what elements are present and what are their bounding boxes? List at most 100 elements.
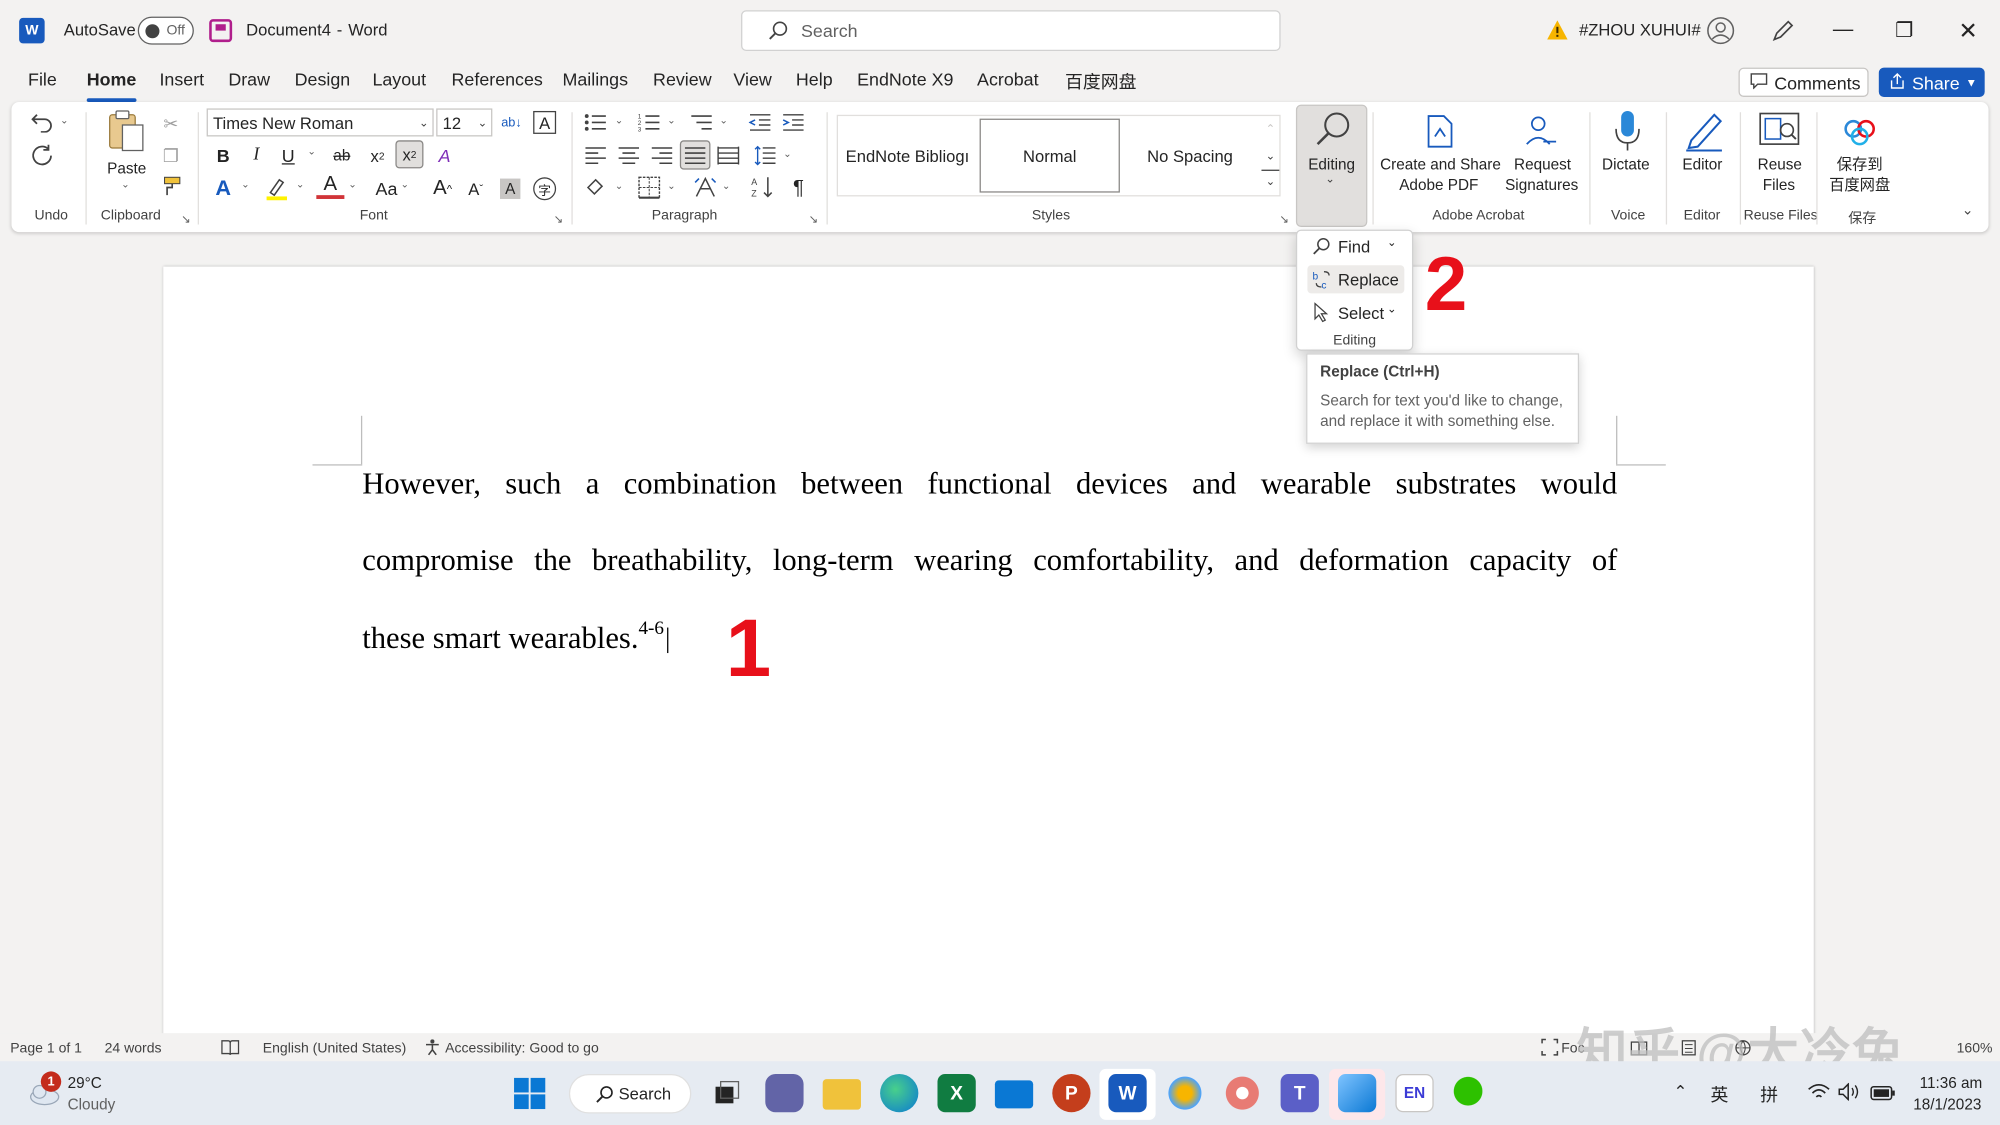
task-view-icon[interactable] (708, 1074, 746, 1112)
bold-button[interactable]: B (209, 142, 237, 170)
edge-icon[interactable] (880, 1073, 919, 1113)
tab-acrobat[interactable]: Acrobat (977, 69, 1039, 97)
search-box[interactable]: Search (741, 10, 1281, 52)
style-normal[interactable]: Normal (979, 118, 1120, 193)
font-color-icon[interactable]: A (316, 173, 345, 199)
autosave-toggle[interactable]: Off (137, 16, 194, 45)
page-count[interactable]: Page 1 of 1 (10, 1041, 82, 1056)
increase-indent-icon[interactable] (782, 112, 805, 139)
dialog-launcher-icon[interactable]: ↘ (1279, 213, 1289, 227)
powerpoint-icon[interactable]: P (1052, 1073, 1091, 1113)
strikethrough-button[interactable]: ab (328, 142, 356, 170)
paste-icon[interactable] (107, 110, 145, 160)
pen-icon[interactable] (1770, 18, 1796, 50)
collapse-ribbon-icon[interactable]: ⌄ (1962, 202, 1974, 218)
replace-menu-item[interactable]: bc Replace (1307, 265, 1405, 294)
line-spacing-icon[interactable] (754, 145, 777, 172)
tab-layout[interactable]: Layout (372, 69, 426, 97)
taskbar-search-button[interactable]: Search (568, 1073, 692, 1114)
align-left-icon[interactable] (584, 145, 607, 172)
bullets-icon[interactable] (584, 112, 607, 139)
chevron-down-icon[interactable]: ⌄ (60, 115, 69, 126)
decrease-indent-icon[interactable] (748, 112, 772, 139)
app-icon[interactable] (1165, 1073, 1205, 1113)
chevron-down-icon[interactable]: ⌄ (121, 179, 130, 190)
sort-icon[interactable]: AZ (750, 175, 776, 207)
paint-icon[interactable] (1337, 1073, 1377, 1113)
editor-icon[interactable] (1684, 110, 1725, 160)
save-icon[interactable] (209, 19, 233, 43)
tab-review[interactable]: Review (653, 69, 712, 97)
restore-icon[interactable]: ❐ (1875, 10, 1934, 51)
ime-mode[interactable]: 拼 (1760, 1082, 1778, 1108)
chevron-down-icon[interactable]: ⌄ (667, 115, 676, 126)
multilevel-list-icon[interactable] (690, 112, 713, 139)
word-icon[interactable]: W (1108, 1073, 1147, 1113)
numbering-icon[interactable]: 123 (638, 112, 661, 139)
comments-button[interactable]: Comments (1738, 67, 1869, 97)
highlight-icon[interactable] (264, 176, 290, 208)
reuse-files-icon[interactable] (1759, 112, 1800, 157)
change-case-button[interactable]: Aa (370, 175, 403, 203)
focus-icon[interactable] (1541, 1038, 1559, 1062)
wifi-icon[interactable] (1807, 1083, 1830, 1107)
redo-icon[interactable] (28, 143, 56, 169)
font-family-select[interactable]: Times New Roman ⌄ (206, 108, 434, 137)
tab-design[interactable]: Design (295, 69, 351, 97)
proofing-book-icon[interactable] (221, 1040, 240, 1063)
tab-insert[interactable]: Insert (159, 69, 204, 97)
word-count[interactable]: 24 words (105, 1041, 162, 1056)
shading-icon[interactable] (584, 176, 607, 205)
reuse-files-line1[interactable]: Reuse (1758, 154, 1802, 174)
language-status[interactable]: English (United States) (263, 1041, 406, 1056)
undo-icon[interactable] (28, 110, 56, 136)
file-explorer-icon[interactable] (822, 1079, 861, 1110)
create-pdf-line2[interactable]: Adobe PDF (1399, 175, 1478, 195)
chevron-down-icon[interactable]: ⌄ (667, 180, 676, 191)
windows-start-icon[interactable] (514, 1077, 546, 1116)
text-effects-outline-icon[interactable]: A (432, 142, 460, 170)
paste-label[interactable]: Paste (107, 158, 146, 178)
accessibility-status[interactable]: Accessibility: Good to go (445, 1041, 599, 1056)
grow-font-button[interactable]: A ^ (429, 175, 457, 203)
tab-endnote[interactable]: EndNote X9 (857, 69, 953, 97)
create-pdf-line1[interactable]: Create and Share (1380, 154, 1501, 174)
chevron-down-icon[interactable]: ⌄ (615, 115, 624, 126)
dictate-label[interactable]: Dictate (1602, 154, 1650, 174)
microphone-icon[interactable] (1614, 110, 1642, 160)
spelling-case-icon[interactable]: ab↓ (497, 108, 525, 136)
volume-icon[interactable] (1838, 1082, 1861, 1107)
tab-mailings[interactable]: Mailings (562, 69, 628, 97)
font-size-select[interactable]: 12 ⌄ (436, 108, 493, 137)
chrome-like-icon[interactable] (1223, 1073, 1262, 1113)
request-signatures-icon[interactable] (1523, 114, 1559, 156)
cut-icon[interactable]: ✂ (157, 110, 185, 138)
style-no-spacing[interactable]: No Spacing (1124, 119, 1257, 193)
show-hidden-icons-icon[interactable]: ⌃ (1673, 1082, 1687, 1102)
baidu-cloud-icon[interactable] (1842, 116, 1878, 153)
user-avatar-icon[interactable] (1707, 17, 1735, 51)
chevron-down-icon[interactable]: ⌄ (719, 115, 728, 126)
more-styles-icon[interactable]: ⌄ (1261, 169, 1280, 193)
format-painter-icon[interactable] (159, 176, 182, 203)
justify-button[interactable] (679, 140, 711, 170)
chevron-down-icon[interactable]: ⌄ (241, 179, 250, 190)
italic-button[interactable]: I (242, 142, 270, 170)
user-name[interactable]: #ZHOU XUHUI# (1579, 20, 1701, 39)
tab-baidu[interactable]: 百度网盘 (1065, 69, 1136, 97)
shrink-font-button[interactable]: Aˇ (462, 175, 490, 203)
tab-home[interactable]: Home (86, 69, 136, 103)
zoom-level[interactable]: 160% (1957, 1041, 1993, 1056)
chevron-down-icon[interactable]: ⌄ (401, 179, 410, 190)
character-shading-icon[interactable]: A (499, 178, 521, 199)
ime-language[interactable]: 英 (1710, 1082, 1728, 1108)
request-signatures-line1[interactable]: Request (1514, 154, 1571, 174)
distributed-icon[interactable] (717, 145, 740, 172)
weather-condition[interactable]: Cloudy (68, 1096, 116, 1114)
borders-icon[interactable] (638, 176, 661, 205)
teams-chat-icon[interactable] (765, 1073, 804, 1113)
close-icon[interactable]: ✕ (1939, 10, 1998, 51)
subscript-button[interactable]: x2 (364, 142, 392, 170)
align-right-icon[interactable] (651, 145, 674, 172)
select-menu-item[interactable]: Select ⌄ (1307, 298, 1404, 326)
